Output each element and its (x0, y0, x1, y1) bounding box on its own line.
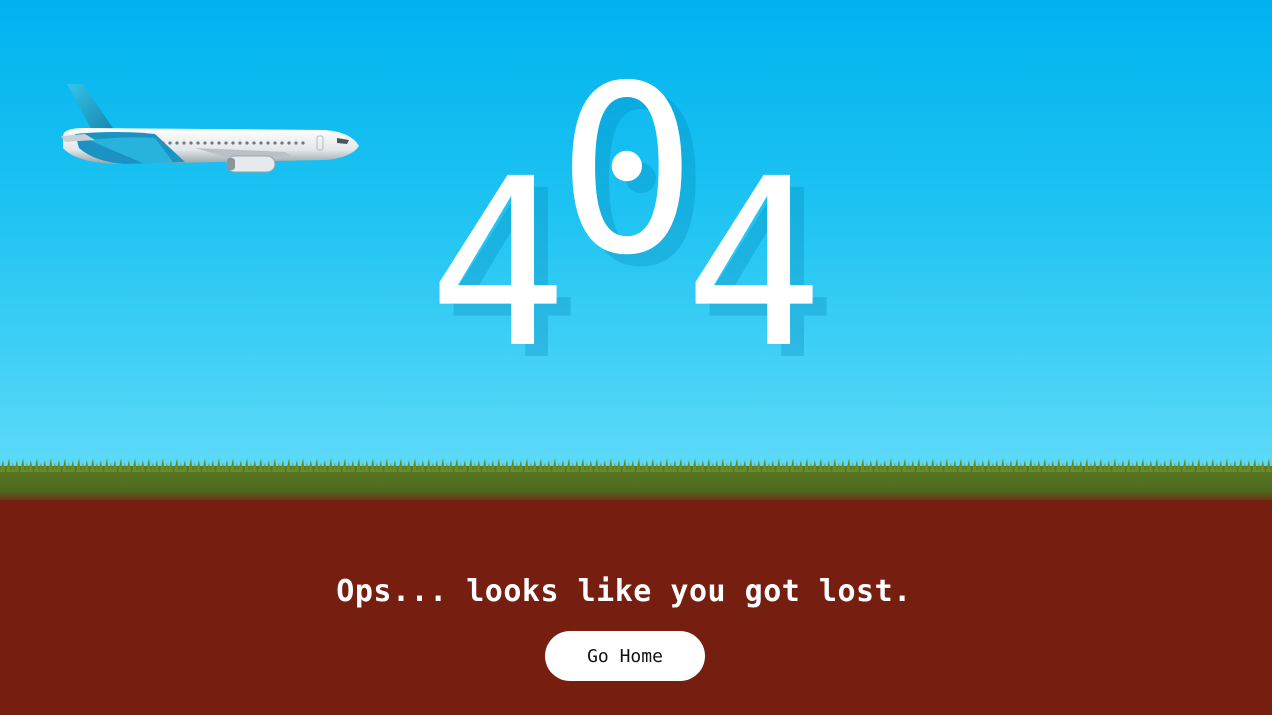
go-home-label: Go Home (587, 645, 663, 667)
airplane-icon (61, 84, 359, 173)
error-digit-1: 4 (428, 129, 568, 399)
error-digit-3: 4 (684, 129, 824, 399)
error-digit-2: 0 (557, 36, 697, 306)
lost-message: Ops... looks like you got lost. (336, 574, 912, 609)
go-home-button[interactable]: Go Home (545, 631, 705, 681)
grass-strip (0, 458, 1272, 506)
